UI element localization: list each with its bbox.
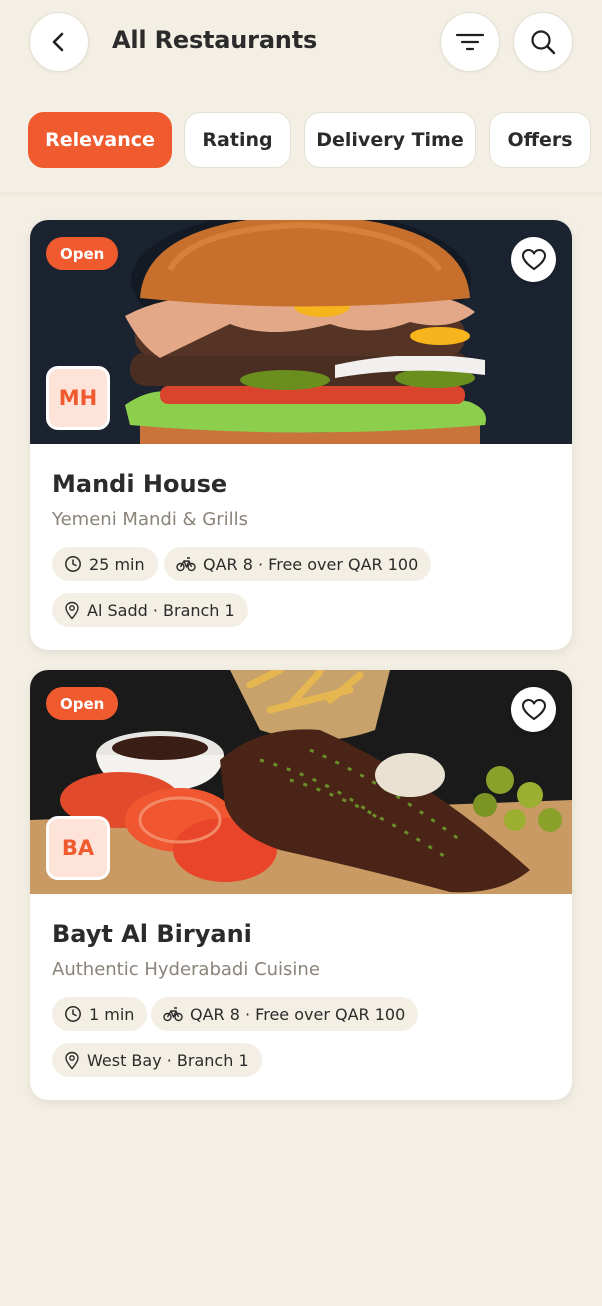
- restaurant-cuisine: Yemeni Mandi & Grills: [52, 509, 249, 530]
- restaurant-photo: Open MH: [30, 220, 572, 444]
- clock-icon: [65, 1006, 81, 1022]
- delivery-fee-pill: QAR 8 · Free over QAR 100: [164, 547, 432, 581]
- delivery-time-pill: 1 min: [52, 997, 148, 1031]
- location-pill: Al Sadd · Branch 1: [52, 593, 248, 627]
- location-pill: West Bay · Branch 1: [52, 1043, 262, 1077]
- chip-delivery-time[interactable]: Delivery Time: [304, 112, 476, 168]
- open-status-badge: Open: [46, 687, 119, 720]
- sort-chips: Relevance Rating Delivery Time Offers: [0, 112, 602, 168]
- delivery-fee-text: QAR 8 · Free over QAR 100: [190, 1004, 406, 1024]
- page-title: All Restaurants: [112, 26, 318, 54]
- location-pin-icon: [65, 601, 79, 620]
- delivery-time-text: 25 min: [89, 554, 145, 574]
- favorite-button[interactable]: [511, 237, 556, 282]
- restaurant-logo: BA: [46, 816, 110, 880]
- back-button[interactable]: [29, 12, 89, 72]
- clock-icon: [65, 556, 81, 572]
- bicycle-icon: [163, 1007, 183, 1022]
- restaurant-photo: Open BA: [30, 670, 572, 894]
- heart-icon: [521, 698, 546, 720]
- filter-button[interactable]: [440, 12, 500, 72]
- restaurant-card[interactable]: Open BA Bayt Al Biryani Authentic Hydera…: [30, 670, 572, 1100]
- favorite-button[interactable]: [511, 687, 556, 732]
- search-button[interactable]: [513, 12, 573, 72]
- location-text: Al Sadd · Branch 1: [87, 600, 235, 620]
- chip-offers[interactable]: Offers: [489, 112, 591, 168]
- search-icon: [531, 30, 556, 55]
- heart-icon: [521, 248, 546, 270]
- restaurant-card[interactable]: Open MH Mandi House Yemeni Mandi & Grill…: [30, 220, 572, 650]
- restaurant-logo: MH: [46, 366, 110, 430]
- restaurant-name: Bayt Al Biryani: [52, 920, 252, 948]
- chip-relevance[interactable]: Relevance: [28, 112, 172, 168]
- location-text: West Bay · Branch 1: [87, 1050, 249, 1070]
- restaurant-name: Mandi House: [52, 470, 228, 498]
- section-divider: [0, 192, 602, 200]
- delivery-fee-pill: QAR 8 · Free over QAR 100: [151, 997, 419, 1031]
- delivery-time-pill: 25 min: [52, 547, 158, 581]
- bicycle-icon: [176, 557, 196, 572]
- top-app-bar: All Restaurants: [0, 0, 602, 90]
- chip-rating[interactable]: Rating: [184, 112, 291, 168]
- restaurant-cuisine: Authentic Hyderabadi Cuisine: [52, 959, 320, 980]
- delivery-fee-text: QAR 8 · Free over QAR 100: [203, 554, 419, 574]
- chevron-left-icon: [52, 32, 64, 52]
- delivery-time-text: 1 min: [89, 1004, 135, 1024]
- open-status-badge: Open: [46, 237, 119, 270]
- filter-lines-icon: [455, 33, 485, 51]
- location-pin-icon: [65, 1051, 79, 1070]
